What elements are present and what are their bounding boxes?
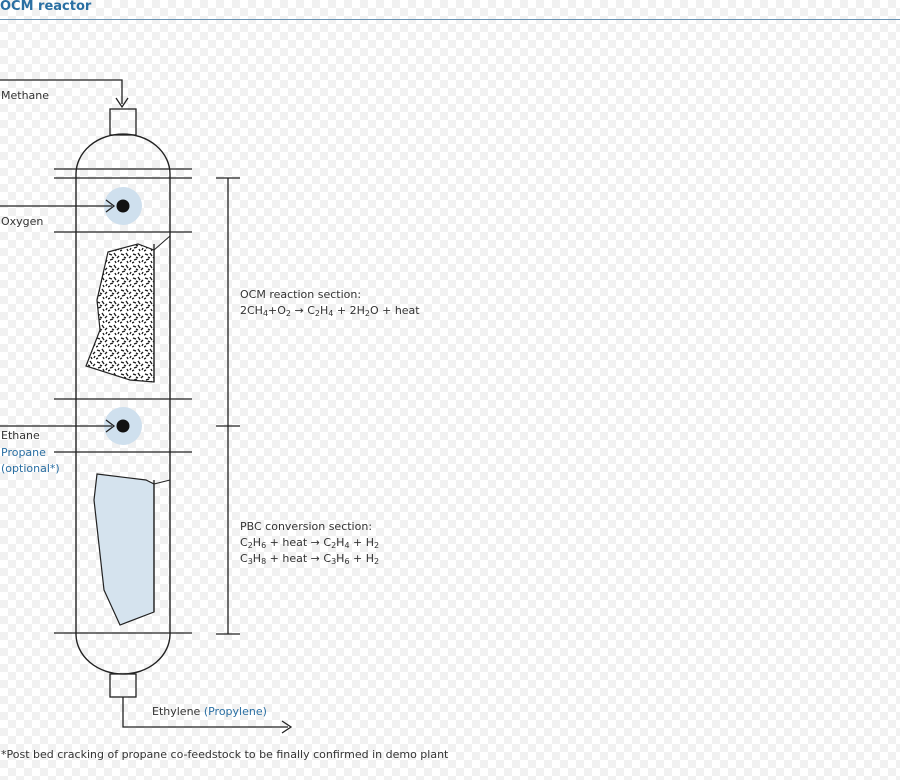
section-bracket [216, 177, 240, 635]
ocm-section-annotation: OCM reaction section: 2CH4+O2 → C2H4 + 2… [240, 287, 420, 319]
output-label: Ethylene (Propylene) [152, 705, 267, 718]
ocm-equation: 2CH4+O2 → C2H4 + 2H2O + heat [240, 304, 420, 318]
methane-label: Methane [1, 89, 50, 102]
pbc-bed [93, 473, 171, 626]
oxygen-label: Oxygen [1, 215, 44, 228]
propane-label: Propane [1, 446, 46, 459]
pbc-section-title: PBC conversion section: [240, 520, 373, 533]
top-nozzle [109, 108, 137, 136]
footnote: *Post bed cracking of propane co-feedsto… [1, 748, 449, 761]
bottom-nozzle [109, 673, 137, 698]
pbc-section-annotation: PBC conversion section: C2H6 + heat → C2… [240, 519, 379, 567]
ethylene-label: Ethylene [152, 705, 201, 718]
ethane-label: Ethane [1, 429, 40, 442]
pbc-equation-ethane: C2H6 + heat → C2H4 + H2 [240, 536, 380, 550]
propane-optional-note: (optional*) [1, 462, 60, 475]
ocm-section-title: OCM reaction section: [240, 288, 362, 301]
propylene-label: (Propylene) [203, 705, 267, 718]
reactor-diagram [0, 79, 293, 734]
ocm-catalyst-bed [85, 235, 171, 383]
pbc-equation-propane: C3H8 + heat → C3H6 + H2 [240, 552, 380, 566]
